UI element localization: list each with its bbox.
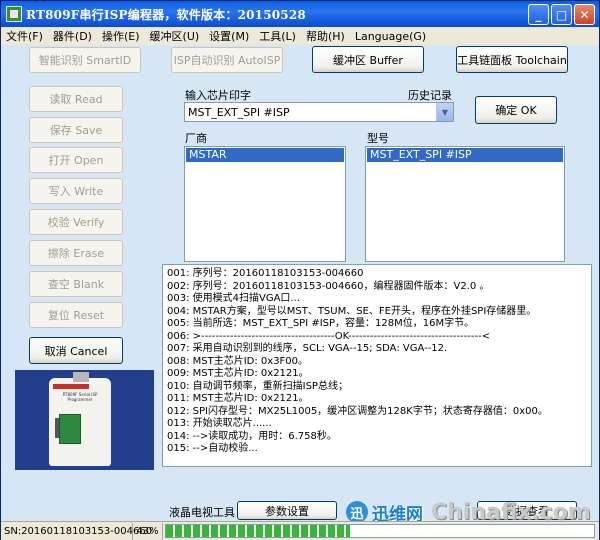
lcd-tool-label: 液晶电视工具: [169, 506, 235, 519]
log-line: 002: 序列号：20160118103153-004660，编程器固件版本：V…: [167, 280, 490, 292]
chip-input-label: 输入芯片印字: [185, 89, 251, 102]
menu-buffer[interactable]: 缓冲区(U): [145, 28, 205, 44]
log-line: 004: MSTAR方案，型号以MST、TSUM、SE、FE开头，程序在外挂SP…: [167, 305, 537, 317]
log-line: 007: 采用自动识别到的线序，SCL: VGA--15; SDA: VGA--…: [167, 343, 448, 354]
zif-socket: [59, 414, 81, 444]
status-bar: SN:20160118103153-004660 43%: [1, 521, 599, 540]
programmer-label: RT809F Serial ISP Programmer: [62, 392, 98, 402]
progress-percent: 43%: [133, 522, 163, 540]
title-bar[interactable]: RT809F串行ISP编程器，软件版本：20150528 _ □ ✕: [1, 1, 599, 27]
progress-fill: [166, 525, 351, 537]
app-icon: [6, 6, 22, 22]
erase-button[interactable]: 擦除 Erase: [29, 240, 123, 266]
data-view-button[interactable]: 数据查看: [477, 501, 577, 520]
log-line: 003: 使用模式4扫描VGA口...: [167, 293, 300, 304]
menu-settings[interactable]: 设置(M): [204, 28, 254, 44]
blank-button[interactable]: 查空 Blank: [29, 271, 123, 297]
menu-language[interactable]: Language(G): [350, 30, 431, 43]
log-line: 008: MST主芯片ID: 0x3F00。: [167, 355, 309, 367]
menu-tools[interactable]: 工具(L): [254, 28, 301, 44]
buffer-button[interactable]: 缓冲区 Buffer: [312, 46, 424, 73]
params-button[interactable]: 参数设置: [237, 501, 337, 520]
menu-bar: 文件(F) 器件(D) 操作(E) 缓冲区(U) 设置(M) 工具(L) 帮助(…: [1, 27, 599, 45]
log-line: 005: 当前所选：MST_EXT_SPI #ISP，容量：128M位，16M字…: [167, 318, 475, 329]
log-line: 015: -->自动校验...: [167, 443, 258, 454]
reset-button[interactable]: 复位 Reset: [29, 302, 123, 328]
history-label: 历史记录: [408, 89, 452, 102]
log-line: 006: >----------------------------------…: [167, 330, 491, 342]
window-controls: _ □ ✕: [528, 4, 595, 25]
serial-number: SN:20160118103153-004660: [1, 522, 152, 540]
log-panel[interactable]: 001: 序列号：20160118103153-004660 002: 序列号：…: [162, 264, 592, 467]
list-item[interactable]: MSTAR: [186, 148, 344, 162]
log-line: 009: MST主芯片ID: 0x2121。: [167, 368, 309, 379]
log-line: 012: SPI闪存型号：MX25L1005，缓冲区调整为128K字节；状态寄存…: [167, 405, 548, 417]
log-line: 010: 自动调节频率，重新扫描ISP总线；: [167, 380, 348, 392]
manufacturer-label: 厂商: [185, 132, 207, 145]
menu-file[interactable]: 文件(F): [1, 28, 48, 44]
minimize-button[interactable]: _: [528, 4, 549, 25]
programmer-photo: RT809F Serial ISP Programmer: [15, 370, 154, 470]
open-button[interactable]: 打开 Open: [29, 147, 123, 173]
log-line: 011: MST主芯片ID: 0x2121。: [167, 393, 309, 404]
confirm-button[interactable]: 确定 OK: [475, 96, 557, 124]
read-button[interactable]: 读取 Read: [29, 86, 123, 112]
menu-help[interactable]: 帮助(H): [301, 28, 350, 44]
save-button[interactable]: 保存 Save: [29, 117, 123, 143]
model-label: 型号: [367, 132, 389, 145]
close-button[interactable]: ✕: [574, 4, 595, 25]
cancel-button[interactable]: 取消 Cancel: [29, 337, 123, 364]
menu-device[interactable]: 器件(D): [48, 28, 97, 44]
app-window: RT809F串行ISP编程器，软件版本：20150528 _ □ ✕ 文件(F)…: [0, 0, 600, 540]
write-button[interactable]: 写入 Write: [29, 178, 123, 204]
log-line: 014: -->读取成功，用时：6.758秒。: [167, 430, 337, 442]
list-item[interactable]: MST_EXT_SPI #ISP: [367, 148, 563, 162]
chevron-down-icon[interactable]: ▼: [436, 103, 453, 121]
log-line: 013: 开始读取芯片......: [167, 418, 272, 429]
model-list[interactable]: MST_EXT_SPI #ISP: [365, 146, 565, 262]
chip-input-combo[interactable]: MST_EXT_SPI #ISP ▼: [184, 102, 454, 122]
manufacturer-list[interactable]: MSTAR: [184, 146, 346, 262]
menu-operate[interactable]: 操作(E): [97, 28, 145, 44]
watermark-icon: 迅: [346, 501, 368, 523]
window-title: RT809F串行ISP编程器，软件版本：20150528: [26, 7, 306, 22]
log-line: 001: 序列号：20160118103153-004660: [167, 268, 364, 279]
toolchain-button[interactable]: 工具链面板 Toolchain: [456, 46, 568, 73]
verify-button[interactable]: 校验 Verify: [29, 209, 123, 235]
auto-isp-button[interactable]: ISP自动识别 AutoISP: [171, 47, 283, 73]
chip-input-value: MST_EXT_SPI #ISP: [188, 105, 290, 119]
programmer-logo: [53, 384, 89, 389]
usb-connector: [73, 372, 89, 382]
smart-id-button[interactable]: 智能识别 SmartID: [29, 47, 141, 73]
progress-bar: [165, 524, 595, 538]
maximize-button[interactable]: □: [551, 4, 572, 25]
